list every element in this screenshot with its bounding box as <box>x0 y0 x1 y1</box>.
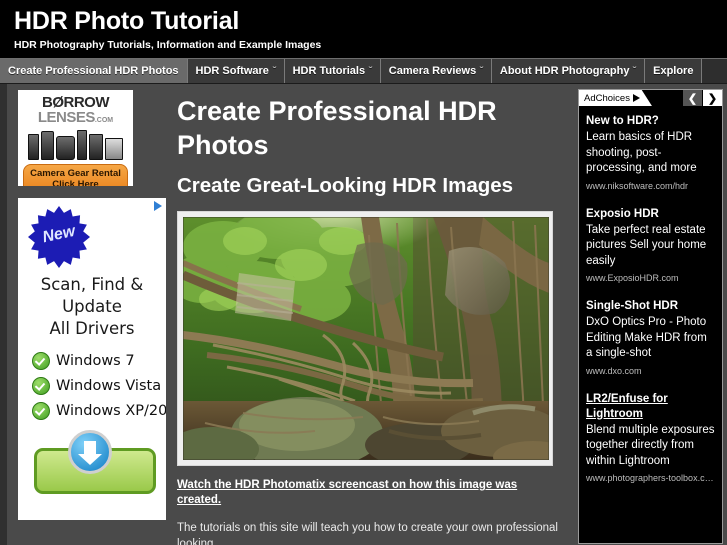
lens-icon <box>77 130 87 160</box>
main-navigation: Create Professional HDR Photos HDR Softw… <box>0 58 727 84</box>
right-sidebar: AdChoices ❮ ❯ New to HDR? Learn basics o… <box>578 84 727 544</box>
chevron-down-icon: ˇ <box>633 66 637 75</box>
page-title: Create Professional HDR Photos <box>177 96 497 160</box>
camera-gear-rental-line2: Click Here <box>52 179 99 186</box>
lens-icon <box>41 131 54 160</box>
adchoices-label: AdChoices <box>584 92 630 104</box>
ad-description: Blend multiple exposures together direct… <box>586 423 715 467</box>
adchoices-triangle-icon <box>632 94 640 102</box>
intro-paragraph: The tutorials on this site will teach yo… <box>177 522 558 545</box>
ad-item[interactable]: Single-Shot HDR DxO Optics Pro - Photo E… <box>586 299 716 378</box>
list-item: Windows XP/20 <box>32 402 166 420</box>
drivers-os-label: Windows 7 <box>56 353 135 369</box>
camera-body-icon <box>56 136 75 160</box>
lens-icon <box>89 134 103 160</box>
drivers-headline-line3: All Drivers <box>49 319 135 338</box>
ad-borrowlenses[interactable]: BØRROW LENSES.COM Camera Gear Rental Cli… <box>18 90 133 186</box>
nav-item-hdr-software[interactable]: HDR Software ˇ <box>187 59 285 83</box>
chevron-down-icon: ˇ <box>368 66 373 75</box>
adsense-header-spacer <box>652 90 682 106</box>
nav-item-explore[interactable]: Explore <box>645 59 703 83</box>
lens-icon <box>28 134 39 160</box>
site-header: HDR Photo Tutorial HDR Photography Tutor… <box>0 0 727 58</box>
hero-photo <box>183 217 549 460</box>
new-badge-starburst: New <box>28 206 90 268</box>
screencast-link[interactable]: Watch the HDR Photomatix screencast on h… <box>177 478 564 508</box>
ad-item[interactable]: New to HDR? Learn basics of HDR shooting… <box>586 114 716 193</box>
ad-item[interactable]: Exposio HDR Take perfect real estate pic… <box>586 207 716 286</box>
nav-item-label: About HDR Photography <box>499 65 630 77</box>
prev-ad-button[interactable]: ❮ <box>682 90 702 106</box>
hero-photo-svg <box>183 217 549 460</box>
nav-item-camera-reviews[interactable]: Camera Reviews ˇ <box>380 59 492 83</box>
camera-gear-illustration <box>18 130 133 160</box>
ad-url: www.dxo.com <box>586 365 642 376</box>
left-sidebar: BØRROW LENSES.COM Camera Gear Rental Cli… <box>7 84 166 520</box>
ad-title[interactable]: Exposio HDR <box>586 207 716 222</box>
ad-list: New to HDR? Learn basics of HDR shooting… <box>579 106 722 485</box>
check-circle-icon <box>32 352 50 370</box>
ad-title[interactable]: New to HDR? <box>586 114 716 129</box>
check-circle-icon <box>32 402 50 420</box>
camera-gear-rental-line1: Camera Gear Rental <box>30 168 121 179</box>
telephoto-lens-icon <box>105 138 123 160</box>
main-content: Create Professional HDR Photos Create Gr… <box>165 84 578 545</box>
page-root: HDR Photo Tutorial HDR Photography Tutor… <box>0 0 727 545</box>
ad-description: DxO Optics Pro - Photo Editing Make HDR … <box>586 316 707 359</box>
new-badge-label: New <box>41 222 77 247</box>
nav-item-hdr-tutorials[interactable]: HDR Tutorials ˇ <box>284 59 381 83</box>
borrowlenses-logo-line2: LENSES.COM <box>18 110 133 128</box>
download-arrow-icon <box>68 430 112 474</box>
next-ad-button[interactable]: ❯ <box>702 90 722 106</box>
drivers-headline: Scan, Find & Update All Drivers <box>18 274 166 340</box>
borrowlenses-logo-word: LENSES <box>37 109 96 126</box>
drivers-os-label: Windows XP/20 <box>56 403 166 419</box>
nav-item-about-hdr-photography[interactable]: About HDR Photography ˇ <box>491 59 646 83</box>
borrowlenses-logo-line1: BØRROW <box>42 94 110 111</box>
adsense-block: AdChoices ❮ ❯ New to HDR? Learn basics o… <box>578 89 723 544</box>
ad-driver-updater[interactable]: New Scan, Find & Update All Drivers Wind… <box>18 198 166 520</box>
nav-item-label: HDR Tutorials <box>292 65 366 77</box>
list-item: Windows Vista <box>32 377 166 395</box>
ad-item[interactable]: LR2/Enfuse for Lightroom Blend multiple … <box>586 392 716 486</box>
site-title: HDR Photo Tutorial <box>14 7 240 35</box>
list-item: Windows 7 <box>32 352 166 370</box>
ad-title[interactable]: Single-Shot HDR <box>586 299 716 314</box>
nav-item-label: Camera Reviews <box>388 65 477 77</box>
site-tagline: HDR Photography Tutorials, Information a… <box>14 39 322 51</box>
borrowlenses-logo: BØRROW LENSES.COM <box>18 90 133 128</box>
ad-url: www.ExposioHDR.com <box>586 273 679 283</box>
ad-description: Take perfect real estate pictures Sell y… <box>586 223 707 267</box>
hero-photo-frame <box>177 211 553 466</box>
drivers-download-area[interactable] <box>18 430 166 494</box>
drivers-headline-line1: Scan, Find & <box>40 275 144 294</box>
nav-item-label: Explore <box>653 65 694 77</box>
chevron-down-icon: ˇ <box>479 66 484 75</box>
chevron-down-icon: ˇ <box>272 66 276 75</box>
adchoices-triangle-icon[interactable] <box>154 201 162 211</box>
borrowlenses-logo-dotcom: .COM <box>94 117 114 124</box>
ad-url: www.niksoftware.com/hdr <box>586 180 689 191</box>
check-circle-icon <box>32 377 50 395</box>
arrow-down-glyph <box>78 441 102 465</box>
nav-item-label: HDR Software <box>195 65 269 77</box>
drivers-os-label: Windows Vista <box>56 378 162 394</box>
adchoices-tab[interactable]: AdChoices <box>579 90 652 106</box>
ad-title[interactable]: LR2/Enfuse for Lightroom <box>586 392 716 422</box>
ad-url: www.photographers-toolbox.c… <box>586 473 714 483</box>
content-columns: BØRROW LENSES.COM Camera Gear Rental Cli… <box>0 84 727 545</box>
ad-description: Learn basics of HDR shooting, post-proce… <box>586 131 697 174</box>
camera-gear-rental-button[interactable]: Camera Gear Rental Click Here <box>23 164 128 186</box>
page-subtitle: Create Great-Looking HDR Images <box>177 174 514 197</box>
adsense-header: AdChoices ❮ ❯ <box>579 90 722 106</box>
drivers-headline-line2: Update <box>62 297 122 316</box>
drivers-os-list: Windows 7 Windows Vista Windows XP/20 <box>32 352 166 420</box>
nav-filler <box>702 59 727 83</box>
nav-item-create-professional-hdr-photos[interactable]: Create Professional HDR Photos <box>0 59 188 83</box>
nav-item-label: Create Professional HDR Photos <box>8 65 179 77</box>
